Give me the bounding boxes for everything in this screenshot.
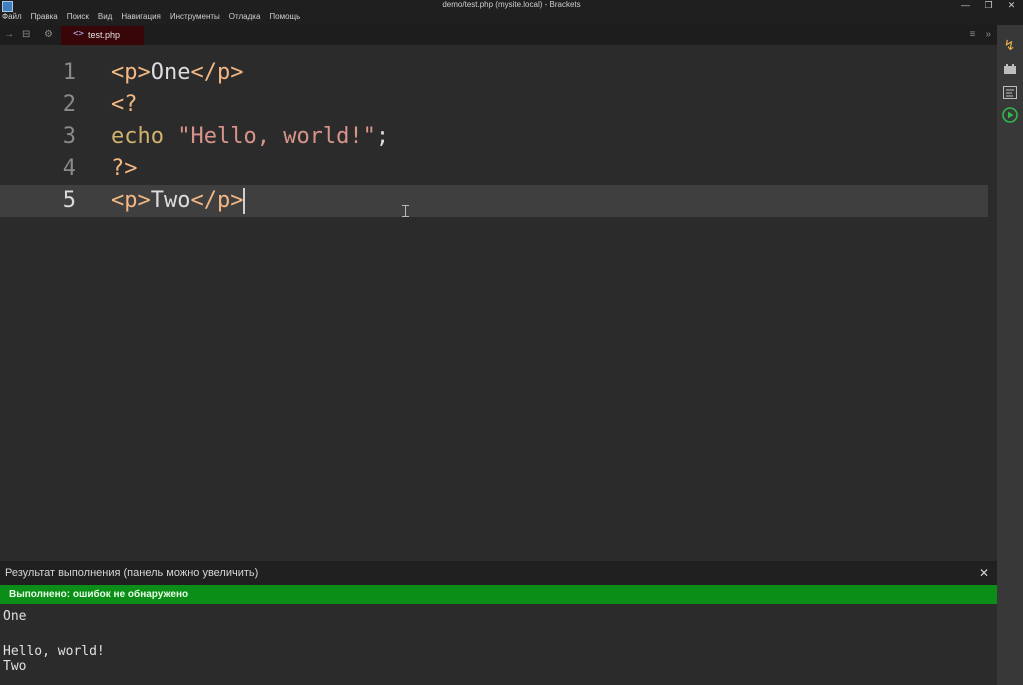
menu-find[interactable]: Поиск bbox=[67, 11, 89, 23]
code-token: echo bbox=[111, 124, 178, 149]
output-line: Two bbox=[3, 659, 27, 674]
menu-view[interactable]: Вид bbox=[98, 11, 112, 23]
code-text: <p>One</p> bbox=[111, 57, 243, 89]
output-panel-header: Результат выполнения (панель можно увели… bbox=[0, 561, 997, 585]
code-token: ; bbox=[375, 124, 390, 149]
code-line-5[interactable]: 5 <p>Two</p> bbox=[0, 185, 988, 217]
code-text: <p>Two</p> bbox=[111, 185, 246, 217]
code-token: <p> bbox=[111, 188, 151, 213]
split-view-icon[interactable]: ⊟ bbox=[22, 29, 30, 40]
code-token: </p> bbox=[190, 60, 244, 85]
window-controls: — ❐ ✕ bbox=[954, 0, 1023, 12]
output-console: One Hello, world! Two bbox=[0, 604, 997, 685]
tab-bar: → ⊟ ⚙ <> test.php ≡ » bbox=[0, 25, 997, 45]
line-number: 4 bbox=[62, 156, 76, 181]
right-toolbar: ↯ bbox=[997, 25, 1023, 685]
menu-tools[interactable]: Инструменты bbox=[170, 11, 220, 23]
line-number: 2 bbox=[62, 92, 76, 117]
menu-file[interactable]: Файл bbox=[2, 11, 22, 23]
menu-edit[interactable]: Правка bbox=[31, 11, 58, 23]
code-line-1[interactable]: 1 <p>One</p> bbox=[0, 57, 988, 89]
title-bar: demo/test.php (mysite.local) - Brackets … bbox=[0, 0, 1023, 25]
hamburger-icon[interactable]: ≡ bbox=[970, 29, 976, 40]
code-text: ?> bbox=[111, 153, 138, 185]
tab-test-php[interactable]: <> test.php bbox=[61, 26, 144, 45]
menu-navigate[interactable]: Навигация bbox=[121, 11, 161, 23]
code-token: <? bbox=[111, 92, 138, 117]
code-text: echo "Hello, world!"; bbox=[111, 121, 389, 153]
chevron-double-right-icon[interactable]: » bbox=[985, 29, 991, 40]
tab-label: test.php bbox=[88, 30, 121, 40]
close-window-icon[interactable]: ✕ bbox=[1000, 0, 1023, 12]
arrow-right-icon[interactable]: → bbox=[4, 29, 14, 40]
live-preview-icon[interactable]: ↯ bbox=[1001, 37, 1018, 53]
code-token: </p> bbox=[190, 188, 244, 213]
output-line: Hello, world! bbox=[3, 644, 105, 659]
code-token: <p> bbox=[111, 60, 151, 85]
restore-icon[interactable]: ❐ bbox=[977, 0, 1000, 12]
text-cursor bbox=[243, 188, 246, 214]
menu-help[interactable]: Помощь bbox=[269, 11, 300, 23]
code-token: ?> bbox=[111, 156, 138, 181]
code-token: "Hello, world!" bbox=[177, 124, 376, 149]
status-bar: Выполнено: ошибок не обнаружено bbox=[0, 585, 997, 604]
code-line-2[interactable]: 2 <? bbox=[0, 89, 988, 121]
code-icon: <> bbox=[73, 29, 84, 39]
line-number: 1 bbox=[62, 60, 76, 85]
ibeam-cursor-icon bbox=[402, 205, 409, 217]
code-line-3[interactable]: 3 echo "Hello, world!"; bbox=[0, 121, 988, 153]
menu-bar: Файл Правка Поиск Вид Навигация Инструме… bbox=[0, 11, 309, 23]
minimize-icon[interactable]: — bbox=[954, 0, 977, 12]
code-text: <? bbox=[111, 89, 138, 121]
code-line-4[interactable]: 4 ?> bbox=[0, 153, 988, 185]
panel-title: Результат выполнения (панель можно увели… bbox=[5, 567, 259, 579]
extension-manager-icon[interactable] bbox=[1001, 61, 1018, 77]
line-number: 5 bbox=[62, 188, 76, 213]
close-icon[interactable]: ✕ bbox=[979, 566, 989, 580]
gear-icon[interactable]: ⚙ bbox=[44, 29, 53, 40]
code-editor[interactable]: 1 <p>One</p> 2 <? 3 echo "Hello, world!"… bbox=[0, 45, 997, 561]
code-token: Two bbox=[150, 188, 191, 213]
code-token: One bbox=[150, 60, 191, 85]
line-number: 3 bbox=[62, 124, 76, 149]
run-play-icon[interactable] bbox=[1001, 107, 1018, 123]
tab-tools: ≡ » bbox=[970, 29, 991, 40]
window-title: demo/test.php (mysite.local) - Brackets bbox=[442, 0, 581, 9]
output-line: One bbox=[3, 609, 27, 624]
status-text: Выполнено: ошибок не обнаружено bbox=[9, 589, 189, 600]
outline-panel-icon[interactable] bbox=[1001, 84, 1018, 100]
menu-debug[interactable]: Отладка bbox=[229, 11, 261, 23]
